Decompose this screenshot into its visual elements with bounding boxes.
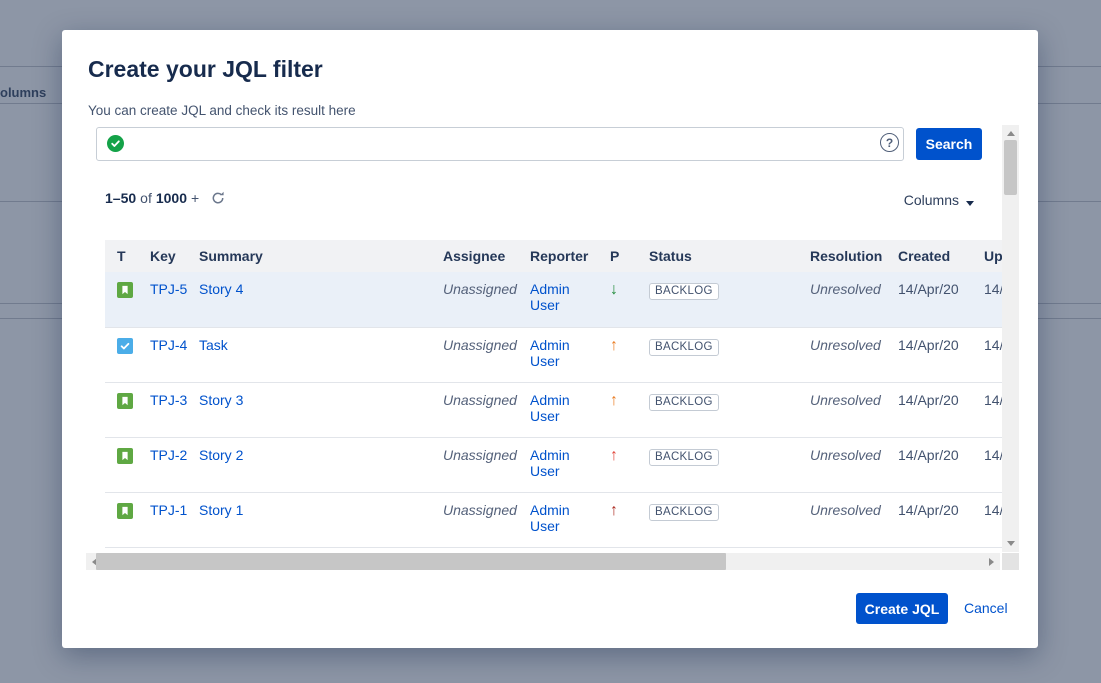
- header-type[interactable]: T: [105, 240, 150, 272]
- reporter-link[interactable]: Admin User: [530, 502, 570, 534]
- header-key[interactable]: Key: [150, 240, 199, 272]
- search-button[interactable]: Search: [916, 128, 982, 160]
- issue-table: T Key Summary Assignee Reporter P Status…: [105, 240, 1002, 548]
- horizontal-scrollbar-thumb[interactable]: [96, 553, 726, 570]
- updated-value: 14/Apr/20: [984, 281, 1002, 297]
- created-value: 14/Apr/20: [898, 502, 959, 518]
- header-created[interactable]: Created: [898, 240, 984, 272]
- issue-summary-link[interactable]: Story 1: [199, 502, 243, 518]
- resolution-value: Unresolved: [810, 337, 881, 353]
- resolution-value: Unresolved: [810, 281, 881, 297]
- issue-summary-link[interactable]: Story 3: [199, 392, 243, 408]
- issue-key-link[interactable]: TPJ-1: [150, 502, 187, 518]
- table-row: TPJ-2 Story 2 Unassigned Admin User ↑ BA…: [105, 437, 1002, 492]
- assignee-value: Unassigned: [443, 447, 517, 463]
- dialog-title: Create your JQL filter: [88, 56, 323, 83]
- header-priority[interactable]: P: [610, 240, 649, 272]
- table-row: TPJ-5 Story 4 Unassigned Admin User ↓ BA…: [105, 272, 1002, 327]
- jql-query-input[interactable]: [96, 127, 904, 161]
- reporter-link[interactable]: Admin User: [530, 337, 570, 369]
- results-total: 1000: [156, 190, 187, 206]
- syntax-help-icon[interactable]: ?: [880, 133, 899, 152]
- results-of-label: of: [140, 190, 152, 206]
- priority-highest-icon: ↑: [610, 502, 618, 519]
- table-header-row: T Key Summary Assignee Reporter P Status…: [105, 240, 1002, 272]
- status-badge: BACKLOG: [649, 339, 719, 356]
- status-badge: BACKLOG: [649, 283, 719, 300]
- vertical-scrollbar[interactable]: [1002, 125, 1019, 552]
- task-icon: [117, 338, 133, 354]
- created-value: 14/Apr/20: [898, 447, 959, 463]
- dialog-subtitle: You can create JQL and check its result …: [88, 103, 356, 118]
- backdrop-columns-label: olumns: [0, 85, 46, 100]
- story-icon: [117, 448, 133, 464]
- cancel-link[interactable]: Cancel: [964, 600, 1008, 616]
- columns-label: Columns: [904, 192, 959, 208]
- reporter-link[interactable]: Admin User: [530, 392, 570, 424]
- story-icon: [117, 503, 133, 519]
- header-status[interactable]: Status: [649, 240, 810, 272]
- assignee-value: Unassigned: [443, 281, 517, 297]
- table-row: TPJ-3 Story 3 Unassigned Admin User ↑ BA…: [105, 382, 1002, 437]
- updated-value: 14/Apr/20: [984, 447, 1002, 463]
- story-icon: [117, 393, 133, 409]
- updated-value: 14/Apr/20: [984, 337, 1002, 353]
- status-badge: BACKLOG: [649, 394, 719, 411]
- created-value: 14/Apr/20: [898, 281, 959, 297]
- results-plus: +: [191, 190, 199, 206]
- jql-valid-check-icon: [107, 135, 124, 152]
- updated-value: 14/Apr/20: [984, 392, 1002, 408]
- issue-key-link[interactable]: TPJ-2: [150, 447, 187, 463]
- created-value: 14/Apr/20: [898, 337, 959, 353]
- issue-table-container: T Key Summary Assignee Reporter P Status…: [105, 240, 1002, 548]
- header-updated[interactable]: Updated: [984, 240, 1002, 272]
- priority-medium-icon: ↑: [610, 392, 618, 409]
- reporter-link[interactable]: Admin User: [530, 447, 570, 479]
- scroll-down-arrow-icon[interactable]: [1002, 535, 1019, 552]
- chevron-down-icon: [966, 201, 974, 206]
- updated-value: 14/Apr/20: [984, 502, 1002, 518]
- status-badge: BACKLOG: [649, 504, 719, 521]
- reporter-link[interactable]: Admin User: [530, 281, 570, 313]
- header-summary[interactable]: Summary: [199, 240, 443, 272]
- create-jql-button[interactable]: Create JQL: [856, 593, 948, 624]
- scrollbar-corner: [1002, 553, 1019, 570]
- created-value: 14/Apr/20: [898, 392, 959, 408]
- resolution-value: Unresolved: [810, 447, 881, 463]
- vertical-scrollbar-thumb[interactable]: [1004, 140, 1017, 195]
- header-resolution[interactable]: Resolution: [810, 240, 898, 272]
- status-badge: BACKLOG: [649, 449, 719, 466]
- assignee-value: Unassigned: [443, 337, 517, 353]
- results-range: 1–50: [105, 190, 136, 206]
- header-reporter[interactable]: Reporter: [530, 240, 610, 272]
- issue-summary-link[interactable]: Story 2: [199, 447, 243, 463]
- assignee-value: Unassigned: [443, 392, 517, 408]
- priority-medium-icon: ↑: [610, 337, 618, 354]
- results-count: 1–50 of 1000 +: [105, 188, 225, 208]
- issue-key-link[interactable]: TPJ-5: [150, 281, 187, 297]
- create-jql-filter-dialog: Create your JQL filter You can create JQ…: [62, 30, 1038, 648]
- issue-summary-link[interactable]: Task: [199, 337, 228, 353]
- priority-high-icon: ↑: [610, 447, 618, 464]
- scroll-right-arrow-icon[interactable]: [983, 553, 1000, 570]
- resolution-value: Unresolved: [810, 392, 881, 408]
- refresh-icon[interactable]: [211, 191, 225, 205]
- issue-key-link[interactable]: TPJ-3: [150, 392, 187, 408]
- story-icon: [117, 282, 133, 298]
- table-row: TPJ-4 Task Unassigned Admin User ↑ BACKL…: [105, 327, 1002, 382]
- assignee-value: Unassigned: [443, 502, 517, 518]
- header-assignee[interactable]: Assignee: [443, 240, 530, 272]
- resolution-value: Unresolved: [810, 502, 881, 518]
- horizontal-scrollbar[interactable]: [86, 553, 1000, 570]
- issue-summary-link[interactable]: Story 4: [199, 281, 243, 297]
- columns-dropdown[interactable]: Columns: [904, 192, 974, 208]
- table-row: TPJ-1 Story 1 Unassigned Admin User ↑ BA…: [105, 492, 1002, 547]
- issue-key-link[interactable]: TPJ-4: [150, 337, 187, 353]
- issue-table-body: TPJ-5 Story 4 Unassigned Admin User ↓ BA…: [105, 272, 1002, 547]
- priority-low-icon: ↓: [610, 281, 618, 298]
